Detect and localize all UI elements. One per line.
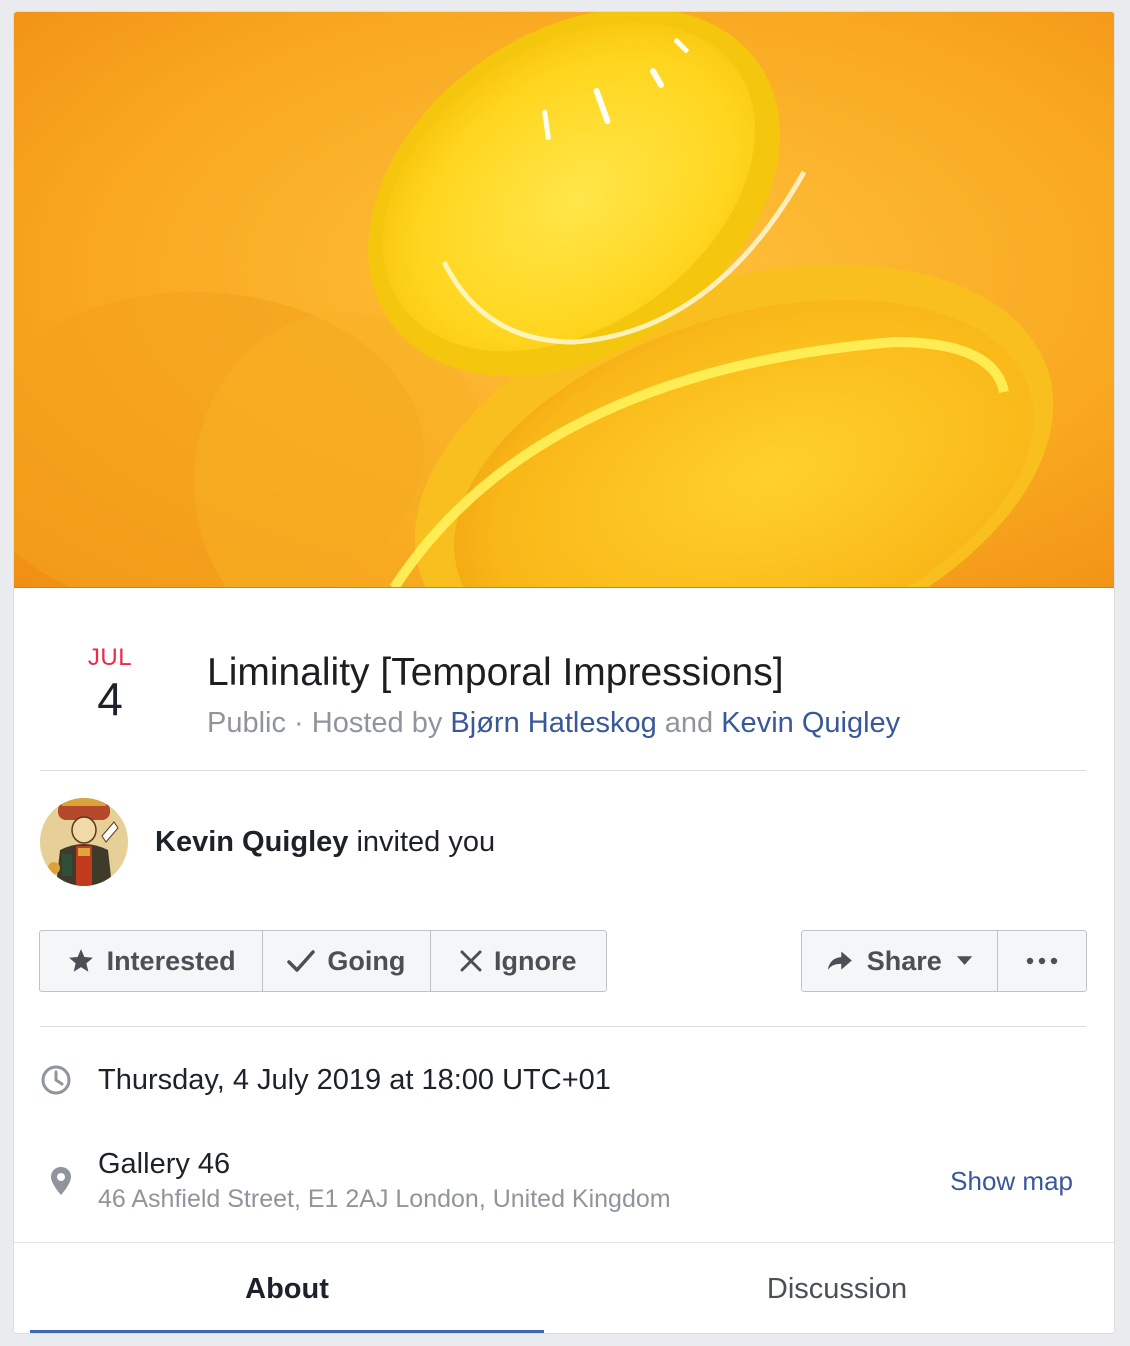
- event-month: JUL: [87, 644, 133, 671]
- show-map-link[interactable]: Show map: [950, 1164, 1073, 1198]
- ignore-label: Ignore: [494, 945, 577, 976]
- inviter-name[interactable]: Kevin Quigley: [155, 826, 348, 858]
- tab-discussion[interactable]: Discussion: [562, 1243, 1112, 1333]
- event-date-badge: JUL 4: [64, 644, 156, 724]
- invited-you-text: invited you: [348, 826, 496, 858]
- clock-icon: [41, 1065, 71, 1095]
- more-options-button[interactable]: [998, 931, 1086, 991]
- map-pin-icon: [51, 1167, 71, 1195]
- caret-down-icon: [956, 956, 973, 965]
- event-privacy: Public: [207, 707, 286, 739]
- event-cover-photo[interactable]: [14, 12, 1114, 588]
- and-text: and: [656, 707, 722, 739]
- host-link-bjorn[interactable]: Bjørn Hatleskog: [450, 707, 656, 739]
- divider: [40, 770, 1086, 771]
- event-title: Liminality [Temporal Impressions]: [207, 651, 784, 694]
- share-label: Share: [866, 945, 942, 976]
- check-icon: [287, 950, 316, 972]
- event-day: 4: [97, 673, 123, 725]
- active-tab-indicator: [30, 1330, 544, 1333]
- event-tabs: About Discussion: [14, 1242, 1114, 1333]
- location-name[interactable]: Gallery 46: [98, 1146, 230, 1182]
- event-datetime[interactable]: Thursday, 4 July 2019 at 18:00 UTC+01: [98, 1062, 611, 1098]
- divider: [40, 1026, 1086, 1027]
- going-label: Going: [327, 945, 406, 976]
- event-card: JUL 4 Liminality [Temporal Impressions] …: [13, 11, 1115, 1334]
- interested-label: Interested: [106, 945, 236, 976]
- cover-image: [14, 12, 1114, 587]
- hosted-by-text: · Hosted by: [286, 707, 451, 739]
- avatar[interactable]: [40, 798, 128, 886]
- rsvp-button-group: Interested Going Ignore: [39, 930, 607, 992]
- share-button-group: Share: [801, 930, 1087, 992]
- ellipsis-icon: [1026, 957, 1058, 965]
- share-button[interactable]: Share: [802, 931, 998, 991]
- location-address: 46 Ashfield Street, E1 2AJ London, Unite…: [98, 1185, 671, 1213]
- interested-button[interactable]: Interested: [40, 931, 264, 991]
- tab-about[interactable]: About: [30, 1243, 544, 1333]
- host-link-kevin[interactable]: Kevin Quigley: [721, 707, 900, 739]
- event-subtitle: Public · Hosted by Bjørn Hatleskog and K…: [207, 706, 900, 740]
- going-button[interactable]: Going: [263, 931, 431, 991]
- share-arrow-icon: [827, 951, 852, 970]
- event-datetime-row: Thursday, 4 July 2019 at 18:00 UTC+01: [40, 1062, 1086, 1102]
- x-icon: [460, 950, 482, 972]
- invite-text: Kevin Quigley invited you: [155, 825, 495, 859]
- ignore-button[interactable]: Ignore: [431, 931, 606, 991]
- star-icon: [68, 949, 93, 972]
- event-location-row: Gallery 46 46 Ashfield Street, E1 2AJ Lo…: [40, 1146, 1086, 1226]
